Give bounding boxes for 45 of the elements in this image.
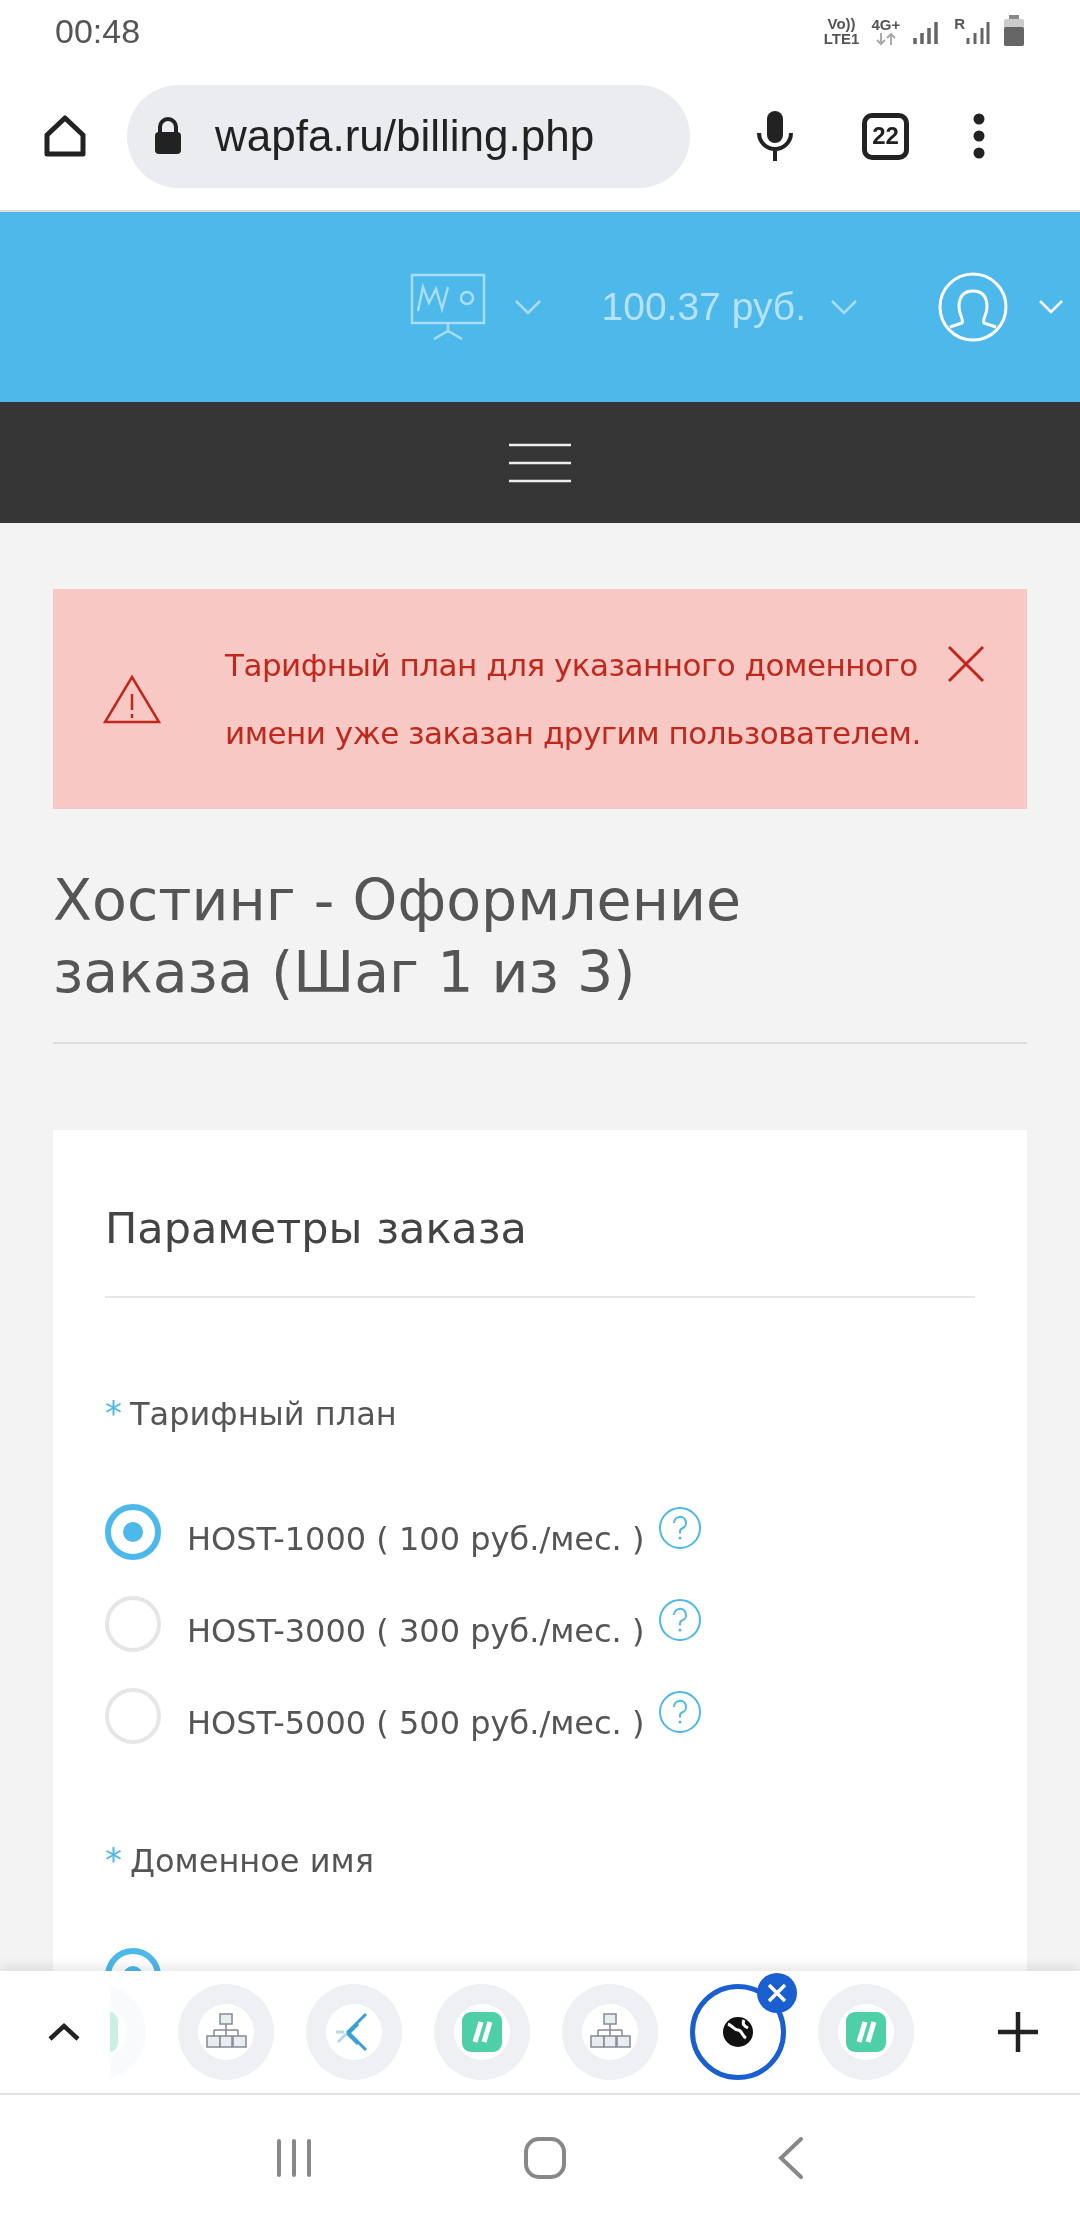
chevron-down-icon bbox=[513, 299, 542, 315]
battery-icon bbox=[1003, 15, 1025, 47]
plan-option-label[interactable]: HOST-3000 ( 300 руб./мес. ) bbox=[187, 1607, 645, 1655]
more-icon bbox=[972, 113, 986, 159]
status-time: 00:48 bbox=[55, 10, 141, 52]
new-tab-button[interactable] bbox=[996, 2010, 1040, 2054]
user-avatar-icon bbox=[938, 272, 1008, 342]
card-title: Параметры заказа bbox=[105, 1202, 528, 1255]
home-nav-button[interactable] bbox=[523, 2135, 567, 2180]
tab-count-button[interactable]: 22 bbox=[862, 112, 909, 160]
data-arrows-icon bbox=[875, 31, 896, 46]
presentation-chart-icon bbox=[409, 273, 486, 341]
home-icon bbox=[42, 113, 88, 159]
roaming-label: R bbox=[954, 16, 965, 31]
address-bar[interactable]: wapfa.ru/billing.php bbox=[127, 84, 690, 188]
menu-button[interactable] bbox=[508, 442, 572, 483]
required-mark: * bbox=[105, 1392, 122, 1435]
chevron-down-icon bbox=[830, 299, 858, 315]
lte-label: LTE1 bbox=[823, 31, 860, 46]
close-tab-icon[interactable] bbox=[756, 1972, 798, 2014]
plus-icon bbox=[996, 2010, 1040, 2054]
volte-label: Vo)) bbox=[827, 16, 856, 31]
close-button[interactable] bbox=[947, 645, 985, 683]
help-icon[interactable] bbox=[658, 1690, 703, 1734]
user-menu-button[interactable] bbox=[938, 272, 1064, 342]
help-icon[interactable] bbox=[658, 1506, 703, 1550]
lock-icon bbox=[153, 117, 183, 155]
page-title: Хостинг - Оформление заказа (Шаг 1 из 3) bbox=[53, 866, 743, 1007]
alert-message: Тарифный план для указанного доменного имени уже заказан другим пользователем. bbox=[225, 646, 922, 753]
url-text: wapfa.ru/billing.php bbox=[215, 110, 595, 162]
chevron-up-icon bbox=[47, 2022, 81, 2042]
network-type-label: 4G+ bbox=[871, 16, 901, 32]
radio-button[interactable] bbox=[105, 1504, 161, 1560]
plan-option-label[interactable]: HOST-1000 ( 100 руб./мес. ) bbox=[187, 1515, 645, 1563]
close-icon bbox=[947, 645, 985, 683]
microphone-icon bbox=[755, 109, 795, 163]
dashboard-menu-button[interactable] bbox=[409, 273, 542, 341]
menu-icon bbox=[508, 442, 572, 483]
help-icon[interactable] bbox=[658, 1598, 703, 1642]
warning-icon bbox=[103, 674, 161, 724]
chevron-down-icon bbox=[1038, 299, 1064, 315]
required-mark: * bbox=[105, 1839, 122, 1882]
field-label: Доменное имя bbox=[130, 1840, 374, 1882]
field-label: Тарифный план bbox=[130, 1393, 397, 1435]
plan-option-label[interactable]: HOST-5000 ( 500 руб./мес. ) bbox=[187, 1699, 645, 1747]
